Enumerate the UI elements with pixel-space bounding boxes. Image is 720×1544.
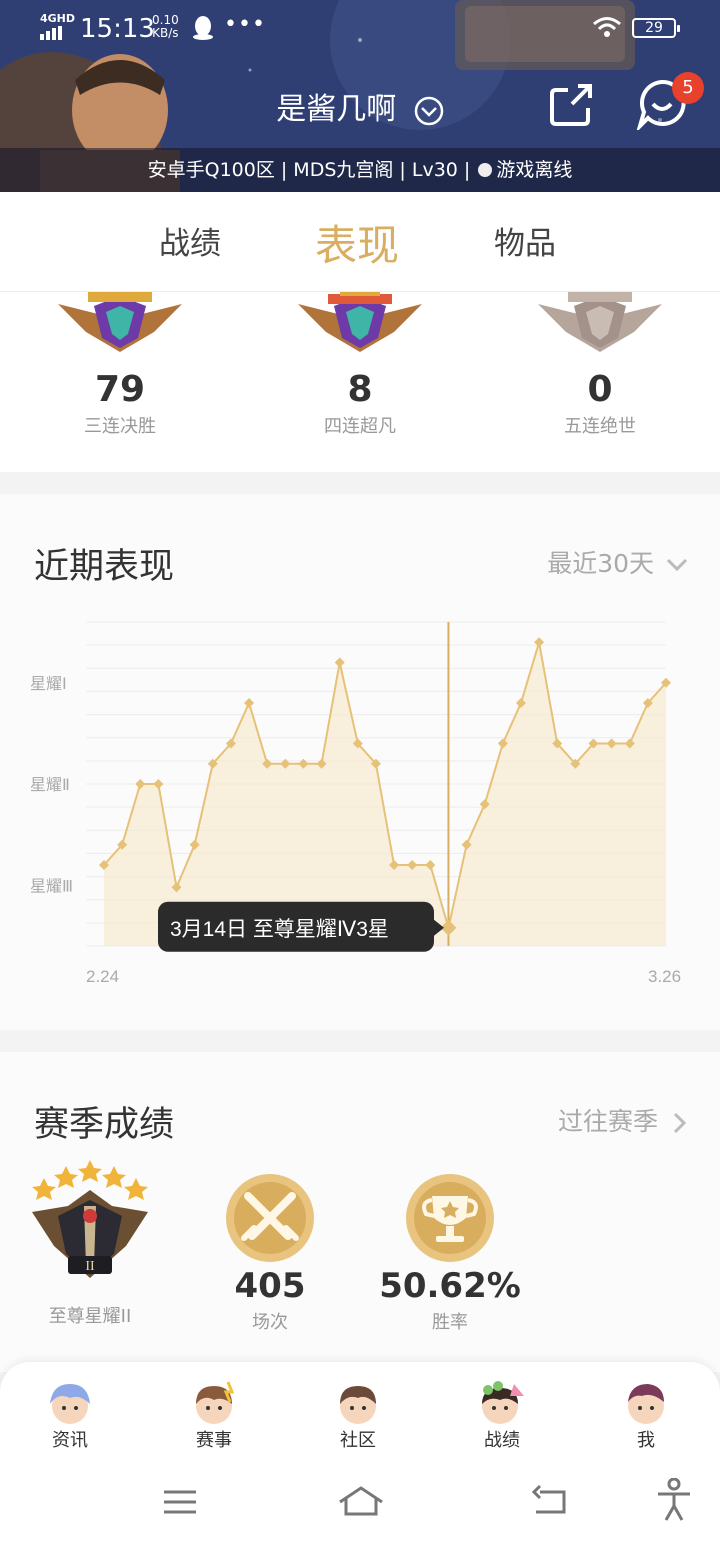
past-seasons-link[interactable]: 过往赛季 bbox=[558, 1102, 688, 1138]
x-start-label: 2.24 bbox=[86, 967, 119, 986]
achievement-label: 三连决胜 bbox=[84, 416, 156, 437]
achievement-label: 四连超凡 bbox=[324, 416, 396, 437]
tab-record[interactable]: 战绩 bbox=[159, 218, 221, 263]
tab-performance[interactable]: 表现 bbox=[315, 212, 399, 273]
profile-header: 4GHD 15:13 0.10 KB/s ••• 29 是酱几啊 5 安卓手Q1… bbox=[0, 0, 720, 192]
tooltip-text: 3月14日 至尊星耀Ⅳ3星 bbox=[170, 918, 389, 941]
tab-bar: 战绩 表现 物品 bbox=[0, 192, 720, 292]
events-avatar-icon bbox=[196, 1381, 235, 1424]
message-count-badge: 5 bbox=[672, 72, 704, 104]
y-tick-label: 星耀Ⅰ bbox=[30, 675, 67, 693]
performance-chart[interactable]: 星耀Ⅰ 星耀Ⅱ 星耀Ⅲ 2.24 3.26 3月14日 至尊星耀Ⅳ3星 bbox=[0, 494, 720, 1030]
nav-label: 我 bbox=[637, 1430, 655, 1451]
chevron-right-icon bbox=[673, 1112, 687, 1134]
signal-icon bbox=[40, 26, 62, 40]
community-avatar-icon bbox=[340, 1386, 376, 1424]
home-icon[interactable] bbox=[336, 1484, 386, 1520]
nav-label: 社区 bbox=[340, 1430, 376, 1451]
achievement-count: 8 bbox=[347, 369, 373, 410]
x-end-label: 3.26 bbox=[648, 967, 681, 986]
wifi-icon bbox=[593, 17, 621, 37]
menu-icon[interactable] bbox=[162, 1484, 198, 1520]
games-label: 场次 bbox=[252, 1312, 288, 1333]
rank-emblem-icon: II bbox=[32, 1160, 148, 1278]
season-games: 405 场次 bbox=[180, 1172, 360, 1334]
winrate-label: 胜率 bbox=[432, 1312, 468, 1333]
player-name-selector[interactable]: 是酱几啊 bbox=[0, 84, 720, 128]
nav-news[interactable]: 资讯 bbox=[22, 1380, 118, 1452]
medal-icon bbox=[298, 292, 422, 352]
winrate-value: 50.62% bbox=[379, 1266, 521, 1306]
medal-icon bbox=[58, 292, 182, 352]
data-point bbox=[534, 637, 545, 648]
swords-icon bbox=[226, 1174, 314, 1262]
tab-items[interactable]: 物品 bbox=[494, 218, 556, 263]
status-dot-icon bbox=[478, 163, 493, 177]
svg-text:II: II bbox=[85, 1259, 95, 1274]
nav-label: 资讯 bbox=[52, 1430, 88, 1451]
nav-me[interactable]: 我 bbox=[598, 1380, 694, 1452]
status-bar: 4GHD 15:13 0.10 KB/s ••• 29 bbox=[0, 10, 720, 46]
battery-icon: 29 bbox=[632, 18, 680, 38]
rank-label: 至尊星耀II bbox=[48, 1306, 132, 1327]
network-type: 4GHD bbox=[40, 12, 76, 25]
trophy-icon bbox=[406, 1174, 494, 1262]
data-point bbox=[334, 657, 345, 668]
accessibility-icon[interactable] bbox=[656, 1478, 692, 1522]
player-name: 是酱几啊 bbox=[276, 92, 397, 127]
achievement-count: 0 bbox=[587, 369, 613, 410]
me-avatar-icon bbox=[628, 1384, 664, 1424]
server-info-bar: 安卓手Q100区 | MDS九宫阁 | Lv30 | 游戏离线 bbox=[0, 148, 720, 192]
qq-icon bbox=[193, 16, 213, 40]
clock: 15:13 bbox=[80, 14, 155, 44]
season-results-card: 赛季成绩 过往赛季 II 至尊星耀II 405 场次 50.62% 胜率 bbox=[0, 1052, 720, 1372]
achievement-label: 五连绝世 bbox=[564, 416, 636, 437]
y-tick-label: 星耀Ⅱ bbox=[30, 776, 70, 794]
recent-performance-card: 近期表现 最近30天 星耀Ⅰ 星耀Ⅱ 星耀Ⅲ 2.24 3.26 3月14日 至尊星耀Ⅳ3… bbox=[0, 494, 720, 1030]
nav-label: 赛事 bbox=[196, 1430, 232, 1451]
past-seasons-label: 过往赛季 bbox=[558, 1107, 659, 1136]
medal-icon bbox=[538, 292, 662, 352]
achievement-triple: 79 三连决胜 bbox=[40, 292, 200, 438]
network-speed: 0.10 KB/s bbox=[152, 13, 179, 40]
nav-community[interactable]: 社区 bbox=[310, 1380, 406, 1452]
achievement-penta: 0 五连绝世 bbox=[520, 292, 680, 438]
more-icon: ••• bbox=[224, 12, 266, 37]
system-navigation-bar bbox=[0, 1464, 720, 1544]
y-tick-label: 星耀Ⅲ bbox=[30, 877, 73, 895]
app-screen: 4GHD 15:13 0.10 KB/s ••• 29 是酱几啊 5 安卓手Q1… bbox=[0, 0, 720, 1544]
news-avatar-icon bbox=[50, 1384, 90, 1424]
nav-record[interactable]: 战绩 bbox=[454, 1380, 550, 1452]
season-winrate: 50.62% 胜率 bbox=[360, 1172, 540, 1334]
nav-events[interactable]: 赛事 bbox=[166, 1380, 262, 1452]
achievement-quadra: 8 四连超凡 bbox=[280, 292, 440, 438]
season-title: 赛季成绩 bbox=[34, 1105, 175, 1145]
online-status: 游戏离线 bbox=[496, 159, 573, 181]
games-value: 405 bbox=[234, 1266, 306, 1306]
server-info: 安卓手Q100区 | MDS九宫阁 | Lv30 | bbox=[147, 159, 471, 181]
achievement-count: 79 bbox=[94, 369, 146, 410]
series-area bbox=[104, 642, 666, 946]
chevron-down-icon bbox=[414, 96, 444, 125]
record-avatar-icon bbox=[482, 1381, 524, 1424]
data-point bbox=[244, 698, 255, 708]
nav-label: 战绩 bbox=[484, 1430, 520, 1451]
season-rank[interactable]: II 至尊星耀II bbox=[0, 1156, 180, 1328]
bottom-navigation: 资讯 赛事 社区 战绩 我 bbox=[0, 1362, 720, 1464]
share-icon[interactable] bbox=[548, 80, 596, 128]
back-icon[interactable] bbox=[528, 1484, 568, 1520]
streak-achievements: 79 三连决胜 8 四连超凡 0 五连绝世 bbox=[0, 292, 720, 472]
